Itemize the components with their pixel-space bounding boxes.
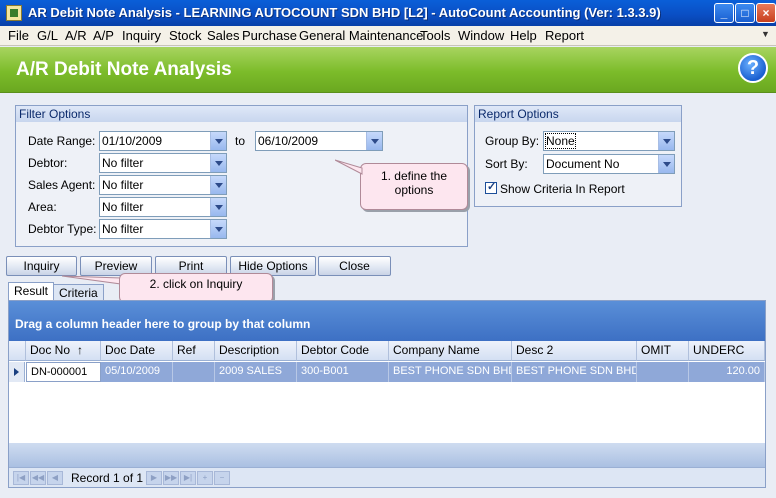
- debtor-type-label: Debtor Type:: [28, 222, 97, 236]
- group-by-panel[interactable]: Drag a column header here to group by th…: [9, 301, 765, 341]
- inquiry-button[interactable]: Inquiry: [6, 256, 77, 276]
- cell-doc-no[interactable]: DN-000001: [26, 362, 101, 382]
- filter-options-title: Filter Options: [16, 106, 467, 122]
- debtor-label: Debtor:: [28, 156, 68, 170]
- close-button[interactable]: Close: [318, 256, 391, 276]
- cell-underc[interactable]: 120.00: [689, 362, 765, 382]
- menu-inquiry[interactable]: Inquiry: [122, 28, 161, 43]
- menu-general-maintenance[interactable]: General Maintenance: [299, 28, 423, 43]
- menu-file[interactable]: File: [8, 28, 29, 43]
- col-ref[interactable]: Ref: [173, 341, 215, 361]
- sales-agent-filter[interactable]: No filter: [99, 175, 227, 195]
- sort-by-select[interactable]: Document No: [543, 154, 675, 174]
- col-underc[interactable]: UNDERC: [689, 341, 765, 361]
- cell-company-name[interactable]: BEST PHONE SDN BHD: [389, 362, 512, 382]
- define-options-callout: 1. define the options: [360, 163, 468, 210]
- calendar-dropdown-icon[interactable]: [210, 132, 226, 150]
- col-desc-2[interactable]: Desc 2: [512, 341, 637, 361]
- col-doc-date[interactable]: Doc Date: [101, 341, 173, 361]
- dropdown-icon[interactable]: [658, 155, 674, 173]
- next-page-icon[interactable]: ▶▶: [163, 471, 179, 485]
- group-panel-hint: Drag a column header here to group by th…: [15, 317, 311, 331]
- group-by-label: Group By:: [485, 134, 540, 148]
- area-label: Area:: [28, 200, 57, 214]
- date-to-field[interactable]: 06/10/2009: [255, 131, 383, 151]
- title-bar: AR Debit Note Analysis - LEARNING AUTOCO…: [0, 0, 776, 26]
- next-record-icon[interactable]: ▶: [146, 471, 162, 485]
- menu-help[interactable]: Help: [510, 28, 537, 43]
- page-header: A/R Debit Note Analysis ?: [0, 47, 776, 93]
- menu-stock[interactable]: Stock: [169, 28, 202, 43]
- page-title: A/R Debit Note Analysis: [16, 59, 232, 80]
- col-description[interactable]: Description: [215, 341, 297, 361]
- cell-debtor-code[interactable]: 300-B001: [297, 362, 389, 382]
- debtor-type-filter[interactable]: No filter: [99, 219, 227, 239]
- col-doc-no[interactable]: Doc No ↑: [26, 341, 101, 361]
- dropdown-icon[interactable]: [210, 220, 226, 238]
- debtor-filter[interactable]: No filter: [99, 153, 227, 173]
- click-inquiry-callout: 2. click on Inquiry: [119, 273, 273, 303]
- row-indicator-icon: [9, 362, 25, 382]
- col-omit[interactable]: OMIT: [637, 341, 689, 361]
- maximize-button[interactable]: □: [735, 3, 755, 23]
- calendar-dropdown-icon[interactable]: [366, 132, 382, 150]
- dropdown-icon[interactable]: [210, 198, 226, 216]
- app-icon: [6, 5, 22, 21]
- results-grid: Drag a column header here to group by th…: [8, 300, 766, 488]
- sort-ascending-icon: ↑: [77, 343, 83, 357]
- sales-agent-label: Sales Agent:: [28, 178, 96, 192]
- report-options-group: Report Options Group By: None Sort By: D…: [474, 105, 682, 207]
- prev-record-icon[interactable]: ◀: [47, 471, 63, 485]
- dropdown-icon[interactable]: [658, 132, 674, 150]
- callout-pointer: [335, 159, 363, 175]
- menu-sales[interactable]: Sales: [207, 28, 240, 43]
- close-window-button[interactable]: ×: [756, 3, 776, 23]
- minimize-button[interactable]: _: [714, 3, 734, 23]
- menu-tools[interactable]: Tools: [420, 28, 450, 43]
- record-navigator: |◀ ◀◀ ◀ Record 1 of 1 ▶ ▶▶ ▶| + −: [9, 467, 765, 487]
- prev-page-icon[interactable]: ◀◀: [30, 471, 46, 485]
- dropdown-icon[interactable]: [210, 154, 226, 172]
- menu-ap[interactable]: A/P: [93, 28, 114, 43]
- tab-result[interactable]: Result: [8, 282, 55, 302]
- help-icon[interactable]: ?: [738, 53, 768, 83]
- dropdown-icon[interactable]: [210, 176, 226, 194]
- area-filter[interactable]: No filter: [99, 197, 227, 217]
- group-by-select[interactable]: None: [543, 131, 675, 151]
- first-record-icon[interactable]: |◀: [13, 471, 29, 485]
- menu-ar[interactable]: A/R: [65, 28, 87, 43]
- menu-window[interactable]: Window: [458, 28, 504, 43]
- col-company-name[interactable]: Company Name: [389, 341, 512, 361]
- chevron-down-icon[interactable]: ▼: [759, 29, 772, 43]
- show-criteria-label: Show Criteria In Report: [500, 182, 625, 196]
- cell-description[interactable]: 2009 SALES: [215, 362, 297, 382]
- to-label: to: [235, 134, 246, 148]
- cell-ref[interactable]: [173, 362, 215, 382]
- col-debtor-code[interactable]: Debtor Code: [297, 341, 389, 361]
- cell-desc-2[interactable]: BEST PHONE SDN BHD: [512, 362, 637, 382]
- last-record-icon[interactable]: ▶|: [180, 471, 196, 485]
- date-range-label: Date Range:: [28, 134, 96, 148]
- date-from-field[interactable]: 01/10/2009: [99, 131, 227, 151]
- cell-omit[interactable]: [637, 362, 689, 382]
- menu-report[interactable]: Report: [545, 28, 584, 43]
- sort-by-label: Sort By:: [485, 157, 528, 171]
- row-indicator-header: [9, 341, 26, 361]
- add-record-icon[interactable]: +: [197, 471, 213, 485]
- cell-doc-date[interactable]: 05/10/2009: [101, 362, 173, 382]
- menu-bar: File G/L A/R A/P Inquiry Stock Sales Pur…: [0, 26, 776, 46]
- show-criteria-checkbox[interactable]: [485, 180, 497, 194]
- report-options-title: Report Options: [475, 106, 681, 122]
- menu-gl[interactable]: G/L: [37, 28, 58, 43]
- menu-purchase[interactable]: Purchase: [242, 28, 297, 43]
- record-status: Record 1 of 1: [71, 471, 144, 485]
- window-title: AR Debit Note Analysis - LEARNING AUTOCO…: [28, 5, 661, 20]
- delete-record-icon[interactable]: −: [214, 471, 230, 485]
- grid-footer: [9, 443, 765, 467]
